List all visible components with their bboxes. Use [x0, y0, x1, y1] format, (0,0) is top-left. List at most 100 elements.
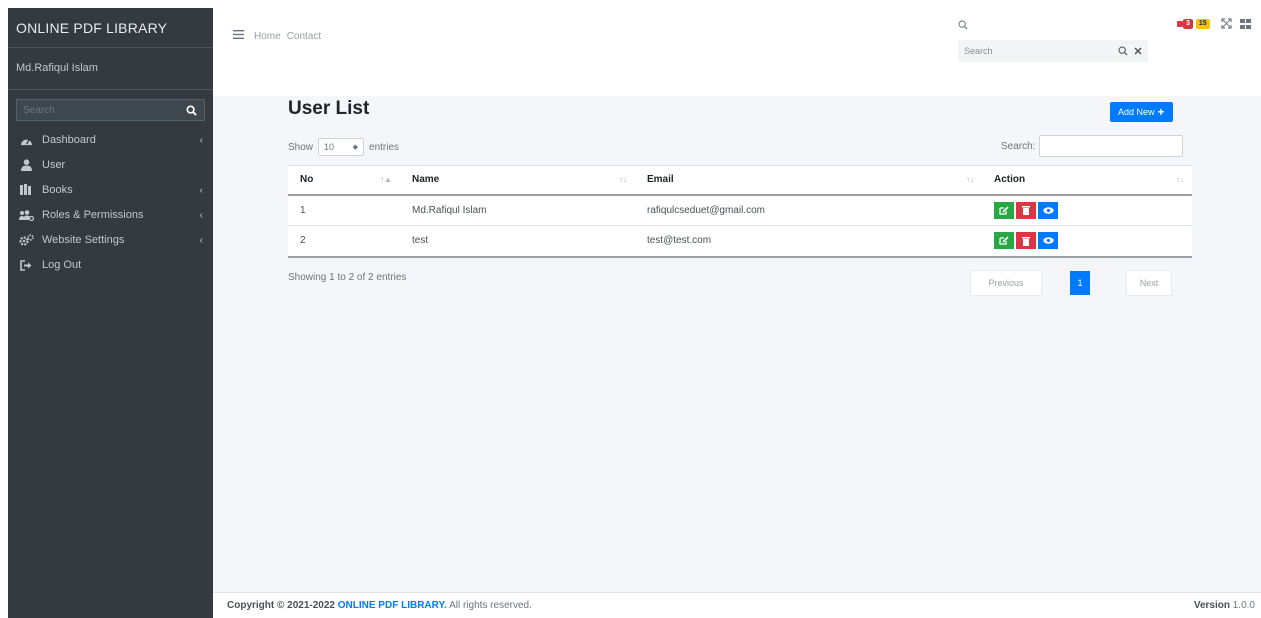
cell-no: 2 — [288, 225, 400, 258]
nav-link-home[interactable]: Home — [254, 31, 281, 42]
table-search: Search: — [1001, 135, 1184, 157]
main-sidebar: ONLINE PDF LIBRARY Md.Rafiqul Islam Dash… — [8, 8, 213, 618]
navbar-right-icons: 3 15 — [1177, 18, 1251, 29]
sidebar-item-log-out[interactable]: Log Out — [8, 254, 213, 276]
main-footer: Copyright © 2021-2022 ONLINE PDF LIBRARY… — [213, 592, 1261, 618]
edit-icon — [999, 206, 1009, 215]
plus-icon: + — [1157, 105, 1165, 119]
sidebar-item-books[interactable]: Books ‹ — [8, 179, 213, 201]
brand-link[interactable]: ONLINE PDF LIBRARY — [8, 8, 213, 48]
sort-asc-icon: ↑▲ — [380, 175, 392, 184]
menu-toggle-button[interactable] — [233, 30, 244, 42]
cell-name: Md.Rafiqul Islam — [400, 194, 635, 226]
column-header-email[interactable]: Email ↑↓ — [635, 165, 982, 196]
edit-button[interactable] — [994, 232, 1014, 250]
chevron-left-icon: ‹ — [199, 184, 203, 196]
entries-length-control: Show 10 ◆ entries — [288, 138, 399, 156]
sort-icon: ↑↓ — [619, 175, 627, 184]
cell-action — [982, 225, 1192, 258]
search-icon — [186, 104, 197, 116]
control-sidebar-button[interactable] — [1239, 18, 1251, 29]
cell-email: test@test.com — [635, 225, 982, 258]
pagination-next[interactable]: Next — [1126, 270, 1172, 296]
sidebar-item-label: Books — [42, 184, 73, 196]
footer-copyright: Copyright © 2021-2022 ONLINE PDF LIBRARY… — [227, 600, 532, 611]
eye-icon — [1042, 237, 1054, 244]
edit-icon — [999, 236, 1009, 245]
navbar-search-submit[interactable] — [1118, 46, 1128, 56]
page-title: User List — [288, 98, 370, 119]
users-cog-icon — [18, 209, 34, 221]
sidebar-search — [16, 99, 205, 121]
navbar-search-box — [958, 40, 1148, 62]
pagination: Previous 1 Next — [970, 270, 1172, 296]
table-info: Showing 1 to 2 of 2 entries — [288, 272, 407, 283]
messages-dropdown[interactable]: 3 — [1177, 18, 1196, 29]
chevron-left-icon: ‹ — [199, 134, 203, 146]
sidebar-item-dashboard[interactable]: Dashboard ‹ — [8, 129, 213, 151]
expand-arrows-icon — [1221, 18, 1232, 29]
trash-icon — [1022, 236, 1030, 246]
delete-button[interactable] — [1016, 232, 1036, 250]
sidebar-item-label: Dashboard — [42, 134, 96, 146]
navbar-search-close[interactable] — [1134, 47, 1142, 55]
nav-link-contact[interactable]: Contact — [287, 31, 321, 42]
add-new-button[interactable]: Add New + — [1110, 102, 1173, 122]
cell-name: test — [400, 225, 635, 258]
add-new-label: Add New — [1118, 107, 1155, 117]
sidebar-item-roles-permissions[interactable]: Roles & Permissions ‹ — [8, 204, 213, 226]
pagination-page-1[interactable]: 1 — [1070, 271, 1090, 295]
sidebar-item-label: User — [42, 159, 66, 171]
sidebar-item-label: Website Settings — [42, 234, 125, 246]
user-table: No ↑▲ Name ↑↓ Email ↑↓ Action ↑↓ 1 Md.Rafiqu… — [288, 165, 1192, 258]
content-wrapper: User List Add New + Show 10 ◆ entries Se… — [213, 96, 1261, 592]
cogs-icon — [18, 234, 34, 246]
pagination-previous[interactable]: Previous — [970, 270, 1042, 296]
sort-icon: ↑↓ — [966, 175, 974, 184]
cell-email: rafiqulcseduet@gmail.com — [635, 194, 982, 226]
entries-select[interactable]: 10 ◆ — [318, 138, 365, 156]
navbar-search-input[interactable] — [964, 46, 1112, 56]
delete-button[interactable] — [1016, 201, 1036, 219]
search-icon — [1118, 46, 1128, 56]
notifications-dropdown[interactable]: 15 — [1195, 18, 1213, 29]
user-icon — [18, 159, 34, 171]
column-header-no[interactable]: No ↑▲ — [288, 165, 400, 196]
cell-no: 1 — [288, 194, 400, 226]
version-label: Version — [1193, 600, 1230, 611]
fullscreen-button[interactable] — [1221, 18, 1232, 29]
notifications-count-badge: 15 — [1195, 18, 1210, 29]
edit-button[interactable] — [994, 201, 1014, 219]
table-header-row: No ↑▲ Name ↑↓ Email ↑↓ Action ↑↓ — [288, 165, 1192, 196]
column-header-action[interactable]: Action ↑↓ — [982, 165, 1192, 196]
column-header-name[interactable]: Name ↑↓ — [400, 165, 635, 196]
copyright-text: Copyright © 2021-2022 — [227, 600, 335, 611]
view-button[interactable] — [1038, 232, 1058, 250]
sidebar-item-user[interactable]: User — [8, 154, 213, 176]
show-label: Show — [288, 141, 314, 153]
user-panel-name[interactable]: Md.Rafiqul Islam — [8, 48, 213, 90]
sidebar-item-website-settings[interactable]: Website Settings ‹ — [8, 229, 213, 251]
top-nav-links: Home Contact — [233, 30, 327, 42]
top-navbar: Home Contact 3 15 — [213, 8, 1261, 96]
trash-icon — [1022, 206, 1030, 216]
book-icon — [18, 184, 34, 196]
hamburger-icon — [233, 30, 244, 39]
th-large-icon — [1239, 18, 1251, 29]
select-caret-icon: ◆ — [352, 144, 359, 151]
sidebar-search-input[interactable] — [16, 99, 179, 121]
table-search-label: Search: — [1001, 140, 1036, 152]
footer-brand-link[interactable]: ONLINE PDF LIBRARY. — [338, 600, 447, 611]
view-button[interactable] — [1038, 201, 1058, 219]
table-search-input[interactable] — [1039, 135, 1184, 157]
sign-out-icon — [18, 259, 34, 271]
navbar-search-toggle[interactable] — [958, 20, 968, 33]
sort-icon: ↑↓ — [1176, 175, 1184, 184]
entries-label: entries — [369, 141, 400, 153]
dashboard-icon — [18, 134, 34, 146]
entries-select-value: 10 — [324, 142, 335, 152]
chevron-left-icon: ‹ — [199, 209, 203, 221]
version-value: 1.0.0 — [1232, 600, 1255, 611]
cell-action — [982, 194, 1192, 226]
sidebar-search-button[interactable] — [179, 99, 205, 121]
